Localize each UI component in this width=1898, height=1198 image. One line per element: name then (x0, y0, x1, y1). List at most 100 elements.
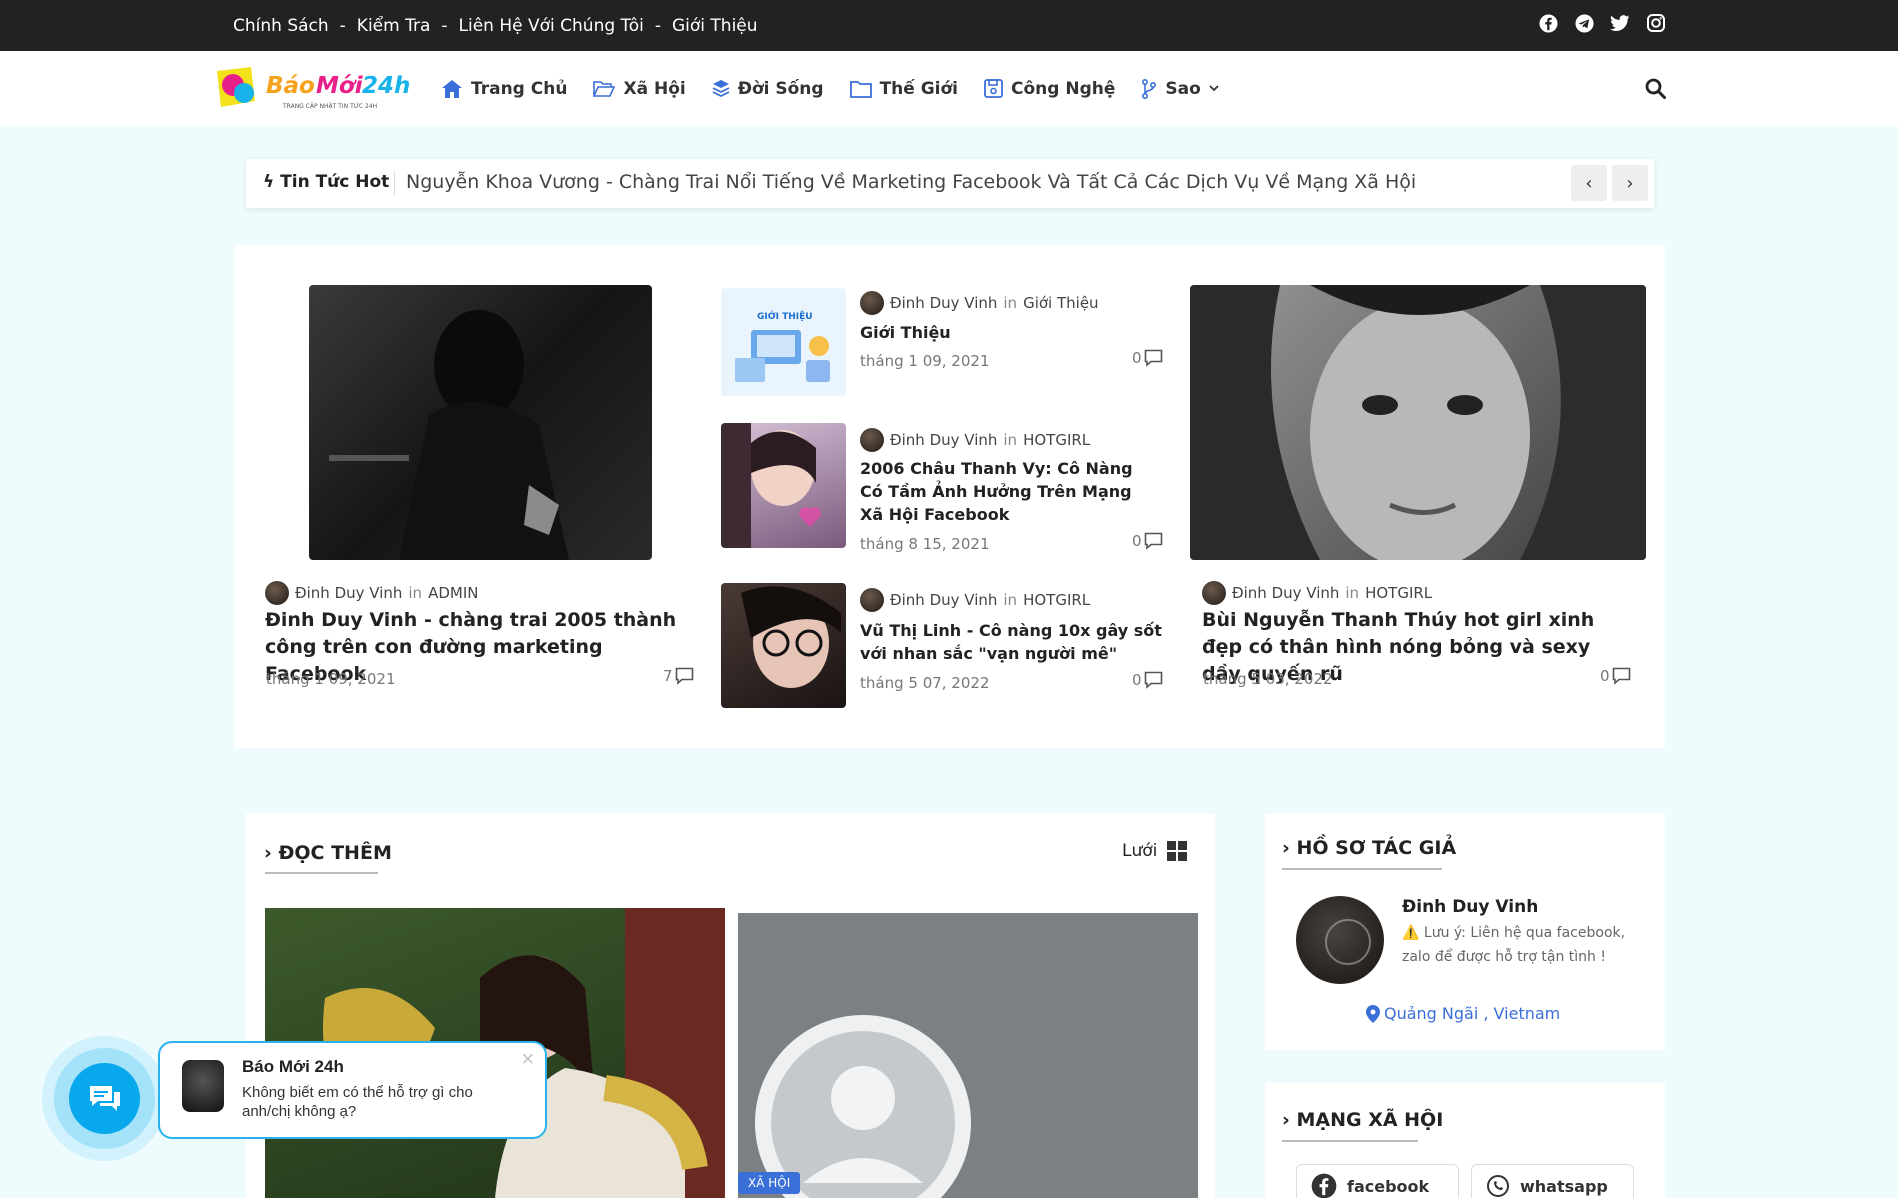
telegram-icon[interactable] (1574, 13, 1594, 33)
nav-label: Xã Hội (623, 78, 686, 99)
featured-mid-image-2[interactable] (721, 423, 846, 548)
post-date: tháng 5 03, 2022 (1203, 670, 1333, 688)
chevron-left-icon: ‹ (1585, 172, 1593, 194)
chat-widget (42, 1036, 167, 1161)
author-widget: › HỒ SƠ TÁC GIẢ Đinh Duy Vinh ⚠️ Lưu ý: … (1265, 813, 1665, 1050)
chevron-down-icon (1209, 85, 1219, 92)
top-link-policy[interactable]: Chính Sách (233, 16, 329, 36)
chevron-right-icon: › (1282, 1109, 1290, 1131)
svg-text:Mới: Mới (316, 73, 364, 99)
facebook-icon[interactable] (1538, 13, 1558, 33)
comment-count[interactable]: 0 (1600, 667, 1631, 685)
chevron-right-icon: › (1282, 837, 1290, 859)
chat-name: Báo Mới 24h (242, 1057, 344, 1076)
featured-posts: Đinh Duy Vinh in ADMIN Đinh Duy Vinh - c… (234, 245, 1665, 748)
comment-count[interactable]: 0 (1132, 532, 1163, 550)
ticker-next-button[interactable]: › (1612, 165, 1648, 201)
branch-icon (1142, 78, 1157, 99)
comment-icon (1144, 671, 1162, 689)
post-meta: Đinh Duy Vinh in ADMIN (265, 581, 478, 605)
svg-text:24h: 24h (362, 73, 410, 99)
in-label: in (408, 584, 423, 602)
post-title[interactable]: 2006 Châu Thanh Vy: Cô Nàng Có Tầm Ảnh H… (860, 457, 1160, 526)
chat-message: Không biết em có thể hỗ trợ gì cho anh/c… (242, 1084, 473, 1120)
author-name[interactable]: Đinh Duy Vinh (1402, 897, 1538, 917)
svg-text:Báo: Báo (266, 73, 315, 99)
nav-world[interactable]: Thế Giới (849, 79, 958, 99)
separator: - (339, 15, 346, 36)
social-widget: › MẠNG XÃ HỘI facebook whatsapp (1265, 1083, 1665, 1198)
category-link[interactable]: Giới Thiệu (1023, 294, 1098, 312)
main-header: Báo Mới 24h TRANG CẬP NHẬT TIN TỨC 24H T… (0, 51, 1898, 126)
nav-society[interactable]: Xã Hội (593, 78, 686, 99)
search-button[interactable] (1645, 78, 1666, 103)
nav-home[interactable]: Trang Chủ (441, 79, 567, 99)
featured-mid-image-1[interactable]: GIỚI THIỆU (721, 288, 846, 396)
nav-label: Đời Sống (737, 78, 824, 99)
chat-popup[interactable]: Báo Mới 24h Không biết em có thể hỗ trợ … (158, 1041, 547, 1139)
comment-icon (1612, 667, 1630, 685)
warning-icon: ⚠️ (1402, 925, 1420, 941)
ticker-headline[interactable]: Nguyễn Khoa Vương - Chàng Trai Nổi Tiếng… (406, 171, 1416, 193)
instagram-icon[interactable] (1646, 13, 1666, 33)
featured-left-image[interactable] (309, 285, 652, 560)
top-link-contact[interactable]: Liên Hệ Với Chúng Tôi (459, 16, 644, 36)
top-bar: Chính Sách - Kiểm Tra - Liên Hệ Với Chún… (0, 0, 1898, 51)
social-facebook-button[interactable]: facebook (1296, 1164, 1459, 1198)
view-toggle[interactable]: Lưới (1122, 841, 1188, 861)
section-underline (265, 872, 378, 874)
in-label: in (1345, 584, 1360, 602)
in-label: in (1003, 294, 1018, 312)
nav-life[interactable]: Đời Sống (712, 79, 824, 99)
category-badge[interactable]: XÃ HỘI (738, 1172, 801, 1194)
avatar (860, 588, 884, 612)
featured-mid-image-3[interactable] (721, 583, 846, 708)
author-note: ⚠️ Lưu ý: Liên hệ qua facebook, zalo để … (1402, 925, 1626, 965)
author-avatar[interactable] (1296, 896, 1384, 984)
comment-count[interactable]: 7 (663, 667, 694, 685)
home-icon (442, 79, 462, 98)
top-links: Chính Sách - Kiểm Tra - Liên Hệ Với Chún… (233, 0, 758, 51)
close-icon[interactable]: × (521, 1049, 535, 1069)
author-link[interactable]: Đinh Duy Vinh (295, 584, 402, 602)
site-logo[interactable]: Báo Mới 24h TRANG CẬP NHẬT TIN TỨC 24H (211, 63, 419, 113)
twitter-icon[interactable] (1610, 13, 1630, 33)
grid-icon (1167, 841, 1188, 861)
author-link[interactable]: Đinh Duy Vinh (1232, 584, 1339, 602)
avatar (182, 1060, 224, 1112)
section-title: › HỒ SƠ TÁC GIẢ (1282, 837, 1457, 859)
nav-label: Trang Chủ (471, 78, 568, 99)
category-link[interactable]: HOTGIRL (1023, 591, 1090, 609)
chat-button[interactable] (69, 1063, 140, 1134)
top-link-about[interactable]: Giới Thiệu (672, 16, 758, 36)
svg-text:GIỚI THIỆU: GIỚI THIỆU (757, 310, 813, 322)
read-more-image-2[interactable]: XÃ HỘI (738, 913, 1198, 1198)
ticker-prev-button[interactable]: ‹ (1571, 165, 1607, 201)
post-title[interactable]: Giới Thiệu (860, 321, 1160, 344)
comment-count[interactable]: 0 (1132, 671, 1163, 689)
chevron-right-icon: › (264, 842, 272, 864)
social-whatsapp-button[interactable]: whatsapp (1471, 1164, 1634, 1198)
author-link[interactable]: Đinh Duy Vinh (890, 294, 997, 312)
divider (394, 171, 395, 196)
featured-right-image[interactable] (1190, 285, 1646, 560)
nav-tech[interactable]: Công Nghệ (984, 79, 1115, 99)
category-link[interactable]: HOTGIRL (1023, 431, 1090, 449)
category-link[interactable]: HOTGIRL (1365, 584, 1432, 602)
separator: - (654, 15, 661, 36)
post-title[interactable]: Vũ Thị Linh - Cô nàng 10x gây sốt với nh… (860, 619, 1170, 665)
search-icon (1645, 78, 1666, 99)
author-link[interactable]: Đinh Duy Vinh (890, 431, 997, 449)
comment-icon (1144, 532, 1162, 550)
top-link-check[interactable]: Kiểm Tra (357, 16, 431, 36)
author-link[interactable]: Đinh Duy Vinh (890, 591, 997, 609)
svg-text:TRANG CẬP NHẬT TIN TỨC 24H: TRANG CẬP NHẬT TIN TỨC 24H (282, 103, 377, 110)
category-link[interactable]: ADMIN (428, 584, 478, 602)
nav-stars[interactable]: Sao (1141, 78, 1219, 99)
comment-count[interactable]: 0 (1132, 349, 1163, 367)
avatar (860, 291, 884, 315)
section-underline (1282, 1140, 1418, 1142)
avatar (860, 428, 884, 452)
section-title: › MẠNG XÃ HỘI (1282, 1109, 1444, 1131)
post-meta: Đinh Duy Vinh in HOTGIRL (860, 428, 1090, 452)
